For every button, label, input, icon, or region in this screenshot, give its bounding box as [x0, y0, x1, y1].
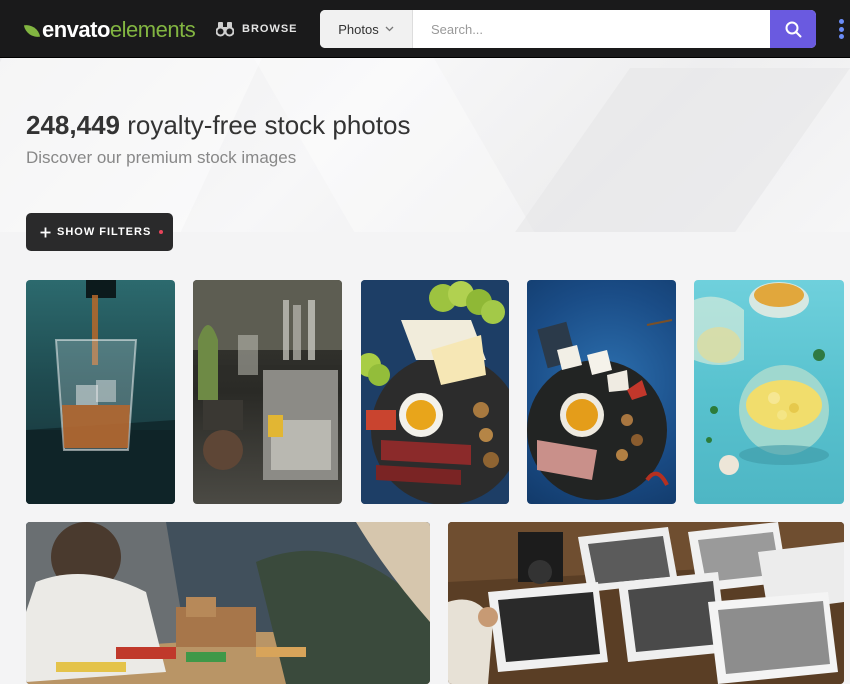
- browse-label: BROWSE: [242, 23, 298, 35]
- search-button[interactable]: [770, 10, 816, 48]
- photo-tile-blue-board[interactable]: [527, 280, 676, 504]
- search-input[interactable]: [413, 10, 770, 48]
- more-menu-icon[interactable]: [838, 19, 844, 39]
- plus-icon: [40, 227, 51, 237]
- page-title-text: royalty-free stock photos: [127, 110, 411, 140]
- browse-button[interactable]: BROWSE: [216, 19, 298, 39]
- blue-board-photo: [527, 319, 673, 500]
- bar-photo: [193, 280, 342, 480]
- top-header: envatoelements BROWSE Photos: [0, 0, 850, 58]
- kids-blocks-photo: [26, 522, 430, 684]
- photo-tile-turquoise-bowl[interactable]: [694, 280, 844, 504]
- photo-tile-bw-prints[interactable]: [448, 522, 844, 684]
- bw-prints-photo: [448, 522, 844, 684]
- logo-accent-text: elements: [109, 17, 196, 42]
- search-icon: [785, 21, 801, 37]
- show-filters-button[interactable]: SHOW FILTERS: [26, 213, 173, 251]
- leaf-icon: [23, 22, 41, 40]
- hero-banner: 248,449 royalty-free stock photos Discov…: [0, 58, 850, 232]
- search-category-label: Photos: [338, 21, 379, 37]
- cheese-board-photo: [361, 280, 509, 504]
- page-subtitle: Discover our premium stock images: [26, 148, 297, 167]
- photo-tile-kids-blocks[interactable]: [26, 522, 430, 684]
- search-bar: Photos: [320, 10, 816, 48]
- photo-count: 248,449: [26, 110, 120, 140]
- photo-tile-cheese-board[interactable]: [361, 280, 509, 504]
- search-category-dropdown[interactable]: Photos: [320, 10, 413, 48]
- turquoise-bowl-photo: [694, 282, 829, 475]
- page-title: 248,449 royalty-free stock photos: [26, 110, 410, 141]
- envato-elements-logo[interactable]: envatoelements: [23, 17, 196, 43]
- chevron-down-icon: [385, 26, 394, 32]
- whiskey-photo: [26, 280, 175, 504]
- photo-tile-whiskey[interactable]: [26, 280, 175, 504]
- active-filter-dot: [159, 230, 164, 234]
- show-filters-label: SHOW FILTERS: [57, 226, 152, 238]
- photo-tile-bar[interactable]: [193, 280, 342, 504]
- binoculars-icon: [216, 22, 234, 37]
- logo-main-text: envato: [42, 17, 110, 42]
